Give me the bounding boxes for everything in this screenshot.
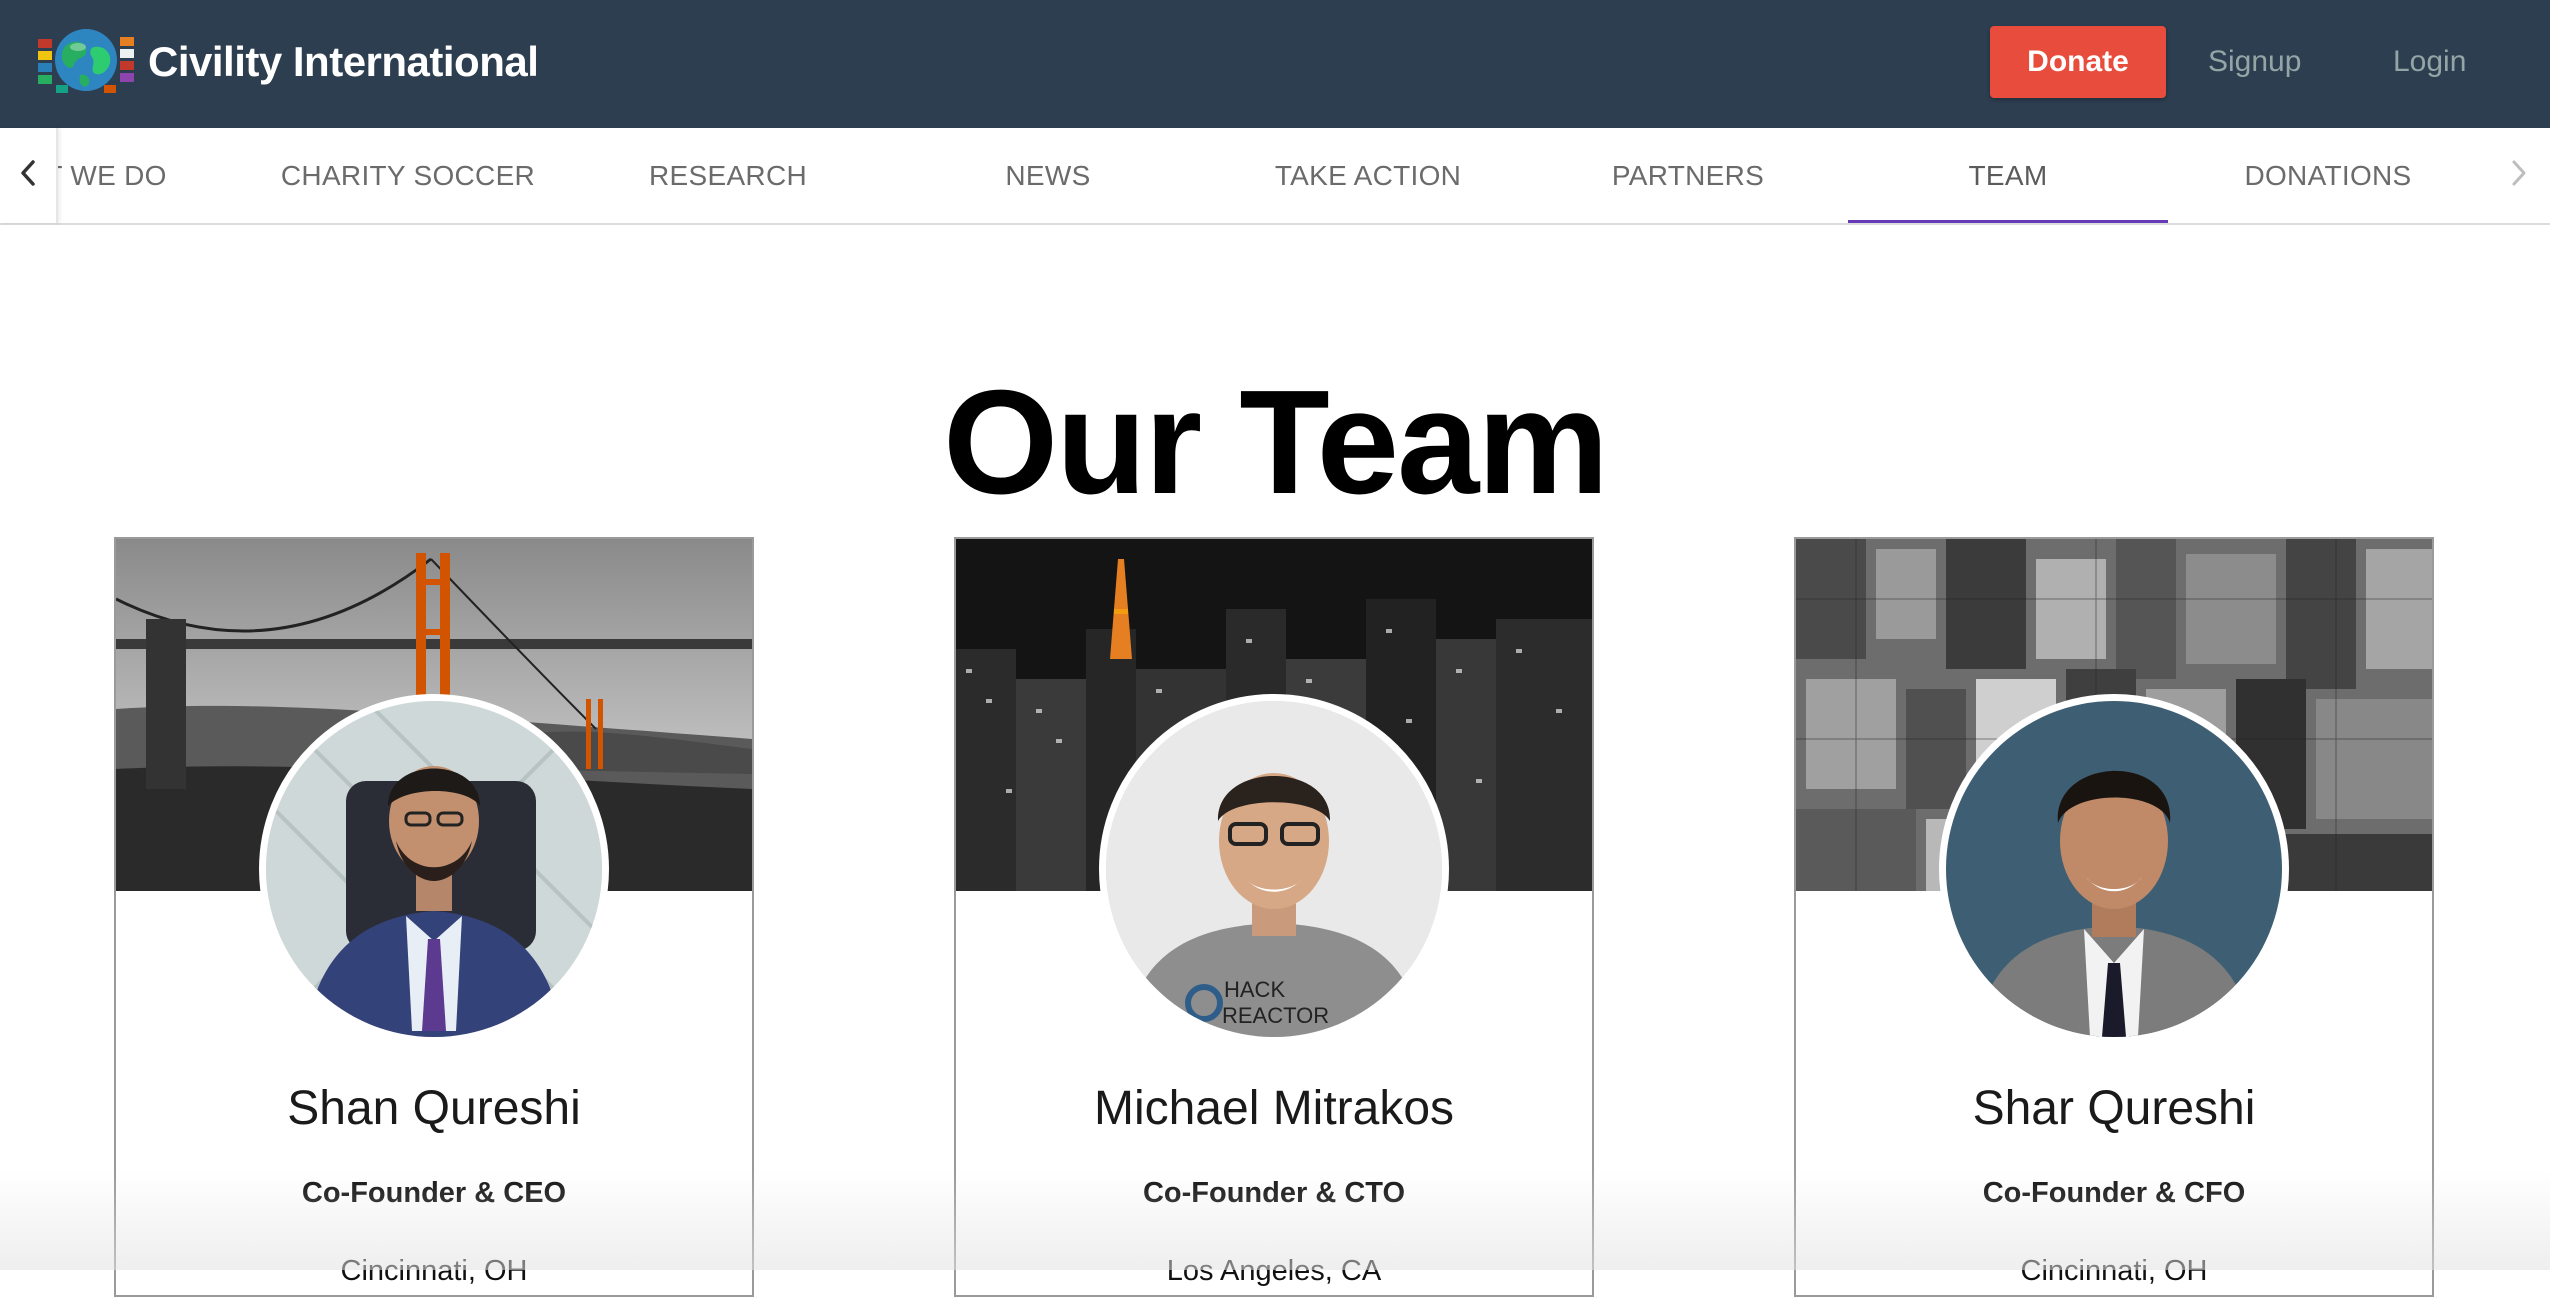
tabs-track: WHAT WE DO CHARITY SOCCER RESEARCH NEWS … bbox=[0, 128, 2490, 223]
chevron-right-icon bbox=[2508, 158, 2530, 193]
tab-partners[interactable]: PARTNERS bbox=[1528, 128, 1848, 223]
tab-team[interactable]: TEAM bbox=[1848, 128, 2168, 223]
member-name: Shar Qureshi bbox=[1972, 1082, 2256, 1135]
member-role: Co-Founder & CEO bbox=[301, 1177, 567, 1209]
brand-name[interactable]: Civility International bbox=[148, 36, 539, 88]
page-title: Our Team bbox=[943, 360, 1609, 525]
donate-button[interactable]: Donate bbox=[1990, 26, 2166, 98]
chevron-left-icon bbox=[17, 158, 39, 193]
member-name: Michael Mitrakos bbox=[1093, 1082, 1455, 1135]
member-location: Los Angeles, CA bbox=[1166, 1255, 1382, 1287]
member-role: Co-Founder & CTO bbox=[1142, 1177, 1406, 1209]
team-member-card: HACK REACTOR Michael Mitrakos Co-Founder… bbox=[954, 537, 1594, 1297]
tab-charity-soccer[interactable]: CHARITY SOCCER bbox=[248, 128, 568, 223]
shirt-text: HACK bbox=[1224, 977, 1285, 1002]
section-tabs: WHAT WE DO CHARITY SOCCER RESEARCH NEWS … bbox=[0, 128, 2550, 225]
tab-research[interactable]: RESEARCH bbox=[568, 128, 888, 223]
member-location: Cincinnati, OH bbox=[2020, 1255, 2208, 1287]
globe-logo-icon[interactable] bbox=[36, 25, 136, 99]
tab-donations[interactable]: DONATIONS bbox=[2168, 128, 2488, 223]
profile-photo: HACK REACTOR bbox=[1099, 694, 1449, 1044]
signup-link[interactable]: Signup bbox=[2208, 26, 2301, 98]
shirt-text: REACTOR bbox=[1222, 1003, 1329, 1028]
team-member-card: Shar Qureshi Co-Founder & CFO Cincinnati… bbox=[1794, 537, 2434, 1297]
profile-photo bbox=[1939, 694, 2289, 1044]
tab-news[interactable]: NEWS bbox=[888, 128, 1208, 223]
member-role: Co-Founder & CFO bbox=[1982, 1177, 2246, 1209]
member-location: Cincinnati, OH bbox=[340, 1255, 528, 1287]
member-name: Shan Qureshi bbox=[287, 1082, 581, 1135]
tab-take-action[interactable]: TAKE ACTION bbox=[1208, 128, 1528, 223]
tabs-scroll-left-button[interactable] bbox=[0, 128, 58, 223]
tabs-scroll-right-button[interactable] bbox=[2490, 128, 2548, 223]
team-member-card: Shan Qureshi Co-Founder & CEO Cincinnati… bbox=[114, 537, 754, 1297]
login-link[interactable]: Login bbox=[2393, 26, 2466, 98]
profile-photo bbox=[259, 694, 609, 1044]
top-navbar: Civility International Donate Signup Log… bbox=[0, 0, 2550, 128]
